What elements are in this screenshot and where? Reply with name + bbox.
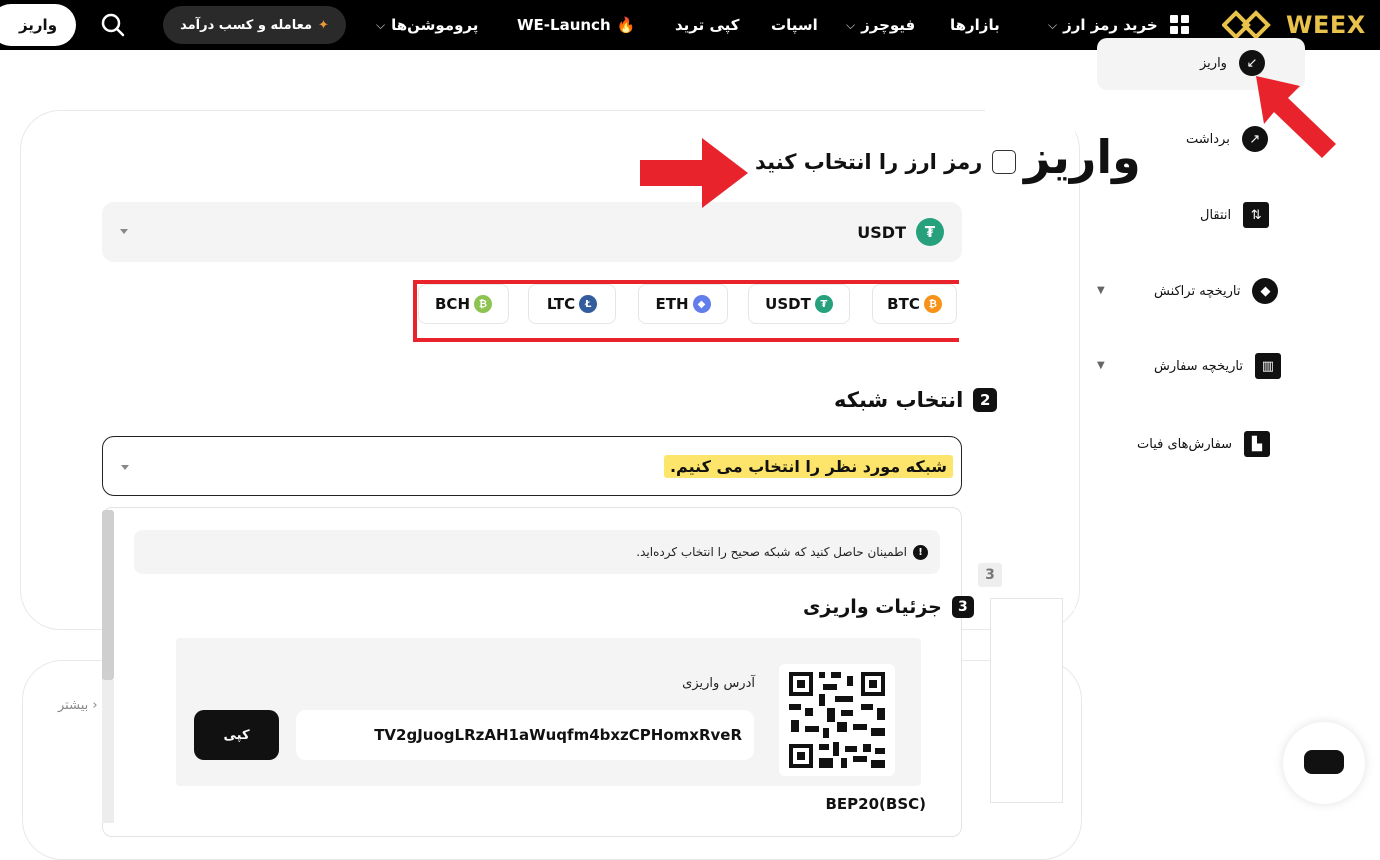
step1-heading: رمز ارز را انتخاب کنید — [755, 150, 1017, 174]
nav-markets-label: بازارها — [950, 16, 1000, 34]
qr-code — [779, 664, 895, 776]
brand-name: WEEX — [1286, 11, 1366, 39]
order-history-icon: ▥ — [1254, 353, 1281, 379]
nav-copy-trade-label: کپی ترید — [675, 16, 740, 34]
scrollbar-track[interactable] — [102, 680, 114, 823]
trade-and-earn-label: معامله و کسب درآمد — [180, 17, 312, 33]
sidebar-item-label: انتقال — [1200, 207, 1232, 223]
chevron-down-icon: ⌵ — [846, 17, 856, 32]
annotation-arrow-icon — [1256, 76, 1336, 158]
deposit-address-field[interactable]: TV2gJuogLRzAH1aWuqfm4bxzCPHomxRveR — [296, 710, 754, 760]
nav-we-launch[interactable]: WE-Launch 🔥 — [517, 0, 635, 50]
more-link-label: بیشتر — [58, 698, 89, 713]
step2-number: 2 — [973, 388, 998, 412]
coin-chip-bch[interactable]: BCH ₿ — [418, 284, 509, 324]
deposit-nav-label: واریز — [18, 16, 58, 34]
usdt-coin-icon: ₮ — [814, 295, 833, 313]
deposit-details-title: جزئیات واریزی — [803, 596, 942, 618]
expand-caret-icon[interactable]: ▼ — [1097, 285, 1105, 296]
caret-down-icon — [120, 229, 128, 234]
sidebar-item-transfer[interactable]: ⇅ انتقال — [1200, 202, 1270, 228]
brand-logo[interactable]: WEEX — [1222, 8, 1366, 42]
nav-markets[interactable]: بازارها — [950, 0, 1000, 50]
support-chat-button[interactable] — [1283, 722, 1365, 804]
coin-chip-eth[interactable]: ETH ◆ — [638, 284, 728, 324]
nav-promotions[interactable]: پروموشن‌ها ⌵ — [376, 0, 478, 50]
coin-chip-ltc[interactable]: LTC Ł — [528, 284, 616, 324]
transfer-icon: ⇅ — [1243, 202, 1270, 228]
coin-chip-usdt[interactable]: USDT ₮ — [748, 284, 850, 324]
network-warning: ! اطمینان حاصل کنید که شبکه صحیح را انتخ… — [134, 530, 940, 574]
sidebar-item-label: سفارش‌های فیات — [1137, 436, 1233, 452]
coin-select[interactable]: ₮ USDT — [102, 202, 962, 262]
nav-we-launch-label: WE-Launch — [517, 16, 611, 34]
coin-chip-label: LTC — [546, 295, 576, 313]
step1-number — [992, 150, 1017, 174]
network-select[interactable]: شبکه مورد نظر را انتخاب می کنیم. — [102, 436, 962, 496]
step3-number: 3 — [951, 596, 974, 618]
network-name-label: BEP20(BSC) — [825, 795, 926, 813]
sidebar-item-label: برداشت — [1186, 131, 1230, 147]
trade-and-earn-button[interactable]: ✦ معامله و کسب درآمد — [163, 6, 346, 44]
step3-badge-behind: 3 — [978, 563, 1002, 587]
copy-address-button[interactable]: کپی — [194, 710, 279, 760]
search-icon[interactable] — [100, 12, 126, 38]
chevron-down-icon: ⌵ — [376, 17, 386, 32]
nav-copy-trade[interactable]: کپی ترید — [675, 0, 740, 50]
step2-title: انتخاب شبکه — [834, 388, 964, 412]
sidebar-item-label: تاریخچه سفارش — [1154, 358, 1243, 374]
coin-chip-label: ETH — [655, 295, 689, 313]
treasure-icon: ✦ — [318, 17, 329, 33]
bch-coin-icon: ₿ — [474, 295, 492, 313]
annotation-arrow-icon — [640, 138, 748, 208]
network-warning-text: اطمینان حاصل کنید که شبکه صحیح را انتخاب… — [636, 545, 907, 559]
step2-heading: 2 انتخاب شبکه — [834, 388, 998, 412]
deposit-details-heading: 3 جزئیات واریزی — [803, 596, 974, 618]
side-panel-fragment — [990, 598, 1063, 803]
coin-select-value: ₮ USDT — [857, 218, 944, 246]
eth-coin-icon: ◆ — [692, 295, 711, 313]
warning-icon: ! — [913, 544, 928, 560]
apps-grid-icon[interactable] — [1170, 15, 1190, 35]
nav-buy-crypto-label: خرید رمز ارز — [1063, 16, 1158, 34]
sidebar-item-label: تاریخچه تراکنش — [1154, 283, 1241, 299]
step1-title: رمز ارز را انتخاب کنید — [755, 150, 983, 174]
coin-select-label: USDT — [857, 222, 906, 242]
history-icon: ◆ — [1252, 278, 1279, 304]
coin-chip-label: USDT — [765, 295, 811, 313]
deposit-address-label: آدرس واریزی — [682, 676, 755, 691]
chat-bubble-icon — [1304, 750, 1344, 774]
fiat-orders-icon: ▙ — [1244, 431, 1271, 457]
nav-futures-label: فیوچرز — [861, 16, 916, 34]
btc-coin-icon: ₿ — [923, 295, 942, 313]
chevron-down-icon: ⌵ — [1048, 17, 1058, 32]
coin-chip-label: BCH — [435, 295, 470, 313]
scrollbar-thumb[interactable] — [102, 510, 114, 680]
sidebar-item-order-history[interactable]: ▥ تاریخچه سفارش — [1154, 353, 1281, 379]
network-select-highlight: شبکه مورد نظر را انتخاب می کنیم. — [663, 455, 953, 478]
sidebar-item-label: واریز — [1200, 55, 1227, 71]
sidebar-item-transaction-history[interactable]: ◆ تاریخچه تراکنش — [1154, 278, 1279, 304]
nav-promotions-label: پروموشن‌ها — [391, 16, 479, 34]
more-link[interactable]: ‹ بیشتر — [58, 698, 98, 713]
caret-down-icon — [121, 465, 129, 470]
fire-icon: 🔥 — [616, 16, 636, 34]
deposit-nav-button[interactable]: واریز — [0, 4, 76, 46]
annotation-deposit-title: واریز — [1024, 130, 1141, 184]
nav-spot-label: اسپات — [771, 16, 818, 34]
coin-chip-label: BTC — [887, 295, 920, 313]
qr-code-icon — [789, 672, 885, 768]
coin-chip-btc[interactable]: BTC ₿ — [872, 284, 957, 324]
chevron-left-icon: ‹ — [88, 698, 98, 713]
expand-caret-icon[interactable]: ▼ — [1097, 360, 1105, 371]
nav-futures[interactable]: فیوچرز ⌵ — [846, 0, 915, 50]
sidebar-item-fiat-orders[interactable]: ▙ سفارش‌های فیات — [1137, 431, 1271, 457]
nav-spot[interactable]: اسپات — [771, 0, 818, 50]
usdt-coin-icon: ₮ — [916, 218, 944, 246]
weex-logo-icon — [1222, 10, 1271, 40]
ltc-coin-icon: Ł — [579, 295, 598, 313]
